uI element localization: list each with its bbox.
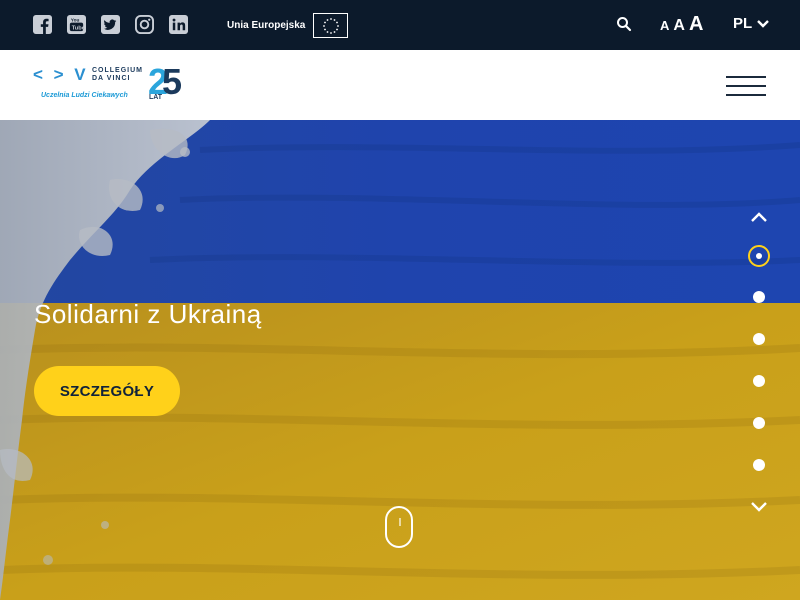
logo-anniversary-unit: LAT bbox=[149, 94, 163, 101]
eu-badge[interactable]: Unia Europejska bbox=[227, 12, 349, 39]
font-size-small-button[interactable]: A bbox=[660, 18, 669, 33]
hero-title: Solidarni z Ukrainą bbox=[34, 299, 262, 329]
slider-dot[interactable] bbox=[753, 375, 765, 387]
language-label: PL bbox=[733, 15, 753, 32]
svg-text:You: You bbox=[71, 18, 80, 24]
slider-dot-active[interactable] bbox=[748, 245, 770, 267]
site-logo[interactable]: < > V COLLEGIUM DA VINCI Uczelnia Ludzi … bbox=[33, 64, 193, 105]
logo-name: COLLEGIUM DA VINCI bbox=[92, 67, 143, 82]
twitter-icon[interactable] bbox=[101, 15, 120, 34]
slider-dot[interactable] bbox=[753, 459, 765, 471]
top-bar: You Tube Unia Europejska A A A PL bbox=[0, 0, 800, 50]
language-selector[interactable]: PL bbox=[733, 15, 770, 32]
linkedin-icon[interactable] bbox=[169, 15, 188, 34]
logo-brand: < > V bbox=[33, 65, 89, 84]
chevron-down-icon[interactable] bbox=[751, 502, 767, 512]
font-size-switcher: A A A bbox=[660, 13, 707, 36]
svg-text:Tube: Tube bbox=[72, 25, 85, 31]
eu-flag-icon bbox=[313, 13, 349, 38]
font-size-large-button[interactable]: A bbox=[689, 13, 703, 36]
slider-dot[interactable] bbox=[753, 417, 765, 429]
slider-dot[interactable] bbox=[753, 291, 765, 303]
menu-icon[interactable] bbox=[726, 74, 766, 96]
youtube-icon[interactable]: You Tube bbox=[67, 15, 86, 34]
scroll-down-mouse-icon[interactable] bbox=[385, 506, 413, 548]
logo-tagline: Uczelnia Ludzi Ciekawych bbox=[41, 92, 128, 99]
instagram-icon[interactable] bbox=[135, 15, 154, 34]
details-button[interactable]: SZCZEGÓŁY bbox=[34, 366, 180, 416]
eu-label: Unia Europejska bbox=[227, 20, 306, 31]
font-size-medium-button[interactable]: A bbox=[673, 17, 685, 35]
chevron-up-icon[interactable] bbox=[751, 212, 767, 222]
slider-dot[interactable] bbox=[753, 333, 765, 345]
search-icon[interactable] bbox=[616, 16, 632, 32]
chevron-down-icon bbox=[757, 19, 770, 28]
facebook-icon[interactable] bbox=[33, 15, 52, 34]
hero-slider: Solidarni z Ukrainą SZCZEGÓŁY bbox=[0, 120, 800, 600]
